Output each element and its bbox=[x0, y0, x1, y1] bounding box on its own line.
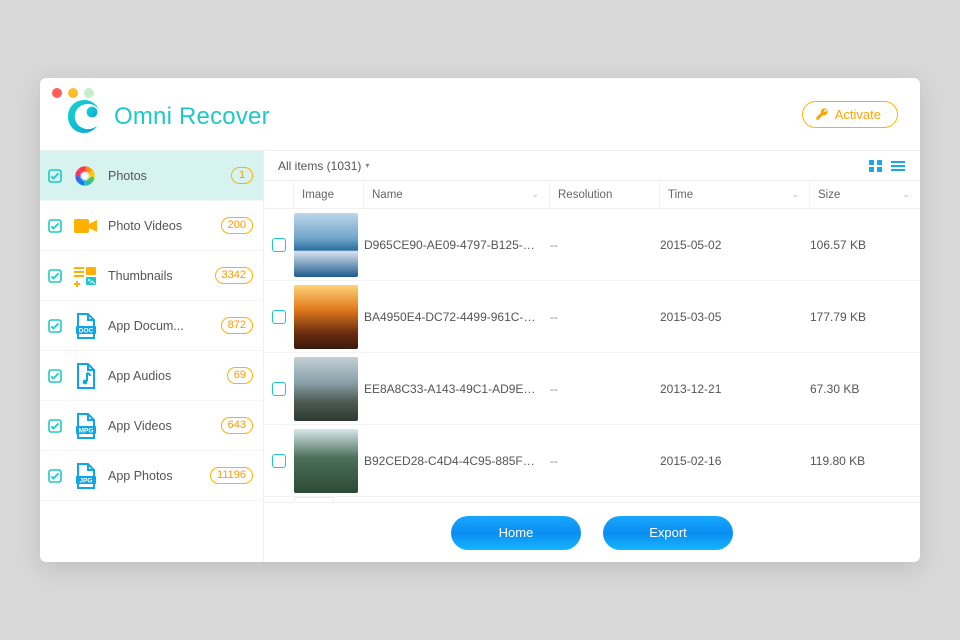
mpg-file-icon: MPG bbox=[70, 411, 100, 441]
sidebar-item-photo-videos[interactable]: Photo Videos 200 bbox=[40, 201, 263, 251]
sidebar-item-count: 1 bbox=[231, 167, 253, 184]
cell-resolution: -- bbox=[550, 454, 660, 468]
column-select bbox=[264, 181, 294, 208]
table-header: Image Name⌄ Resolution Time⌄ Size⌄ bbox=[264, 181, 920, 209]
cell-name: EE8A8C33-A143-49C1-AD9E-D... bbox=[364, 382, 550, 396]
chevron-down-icon: ⌄ bbox=[791, 189, 799, 200]
main-panel: All items (1031) ▾ Image Name⌄ Resolutio… bbox=[264, 151, 920, 562]
column-resolution[interactable]: Resolution bbox=[550, 181, 660, 208]
sidebar-item-app-videos[interactable]: MPG App Videos 643 bbox=[40, 401, 263, 451]
thumbnail-image bbox=[294, 213, 358, 277]
cell-size: 177.79 KB bbox=[810, 310, 920, 324]
sidebar-item-count: 872 bbox=[221, 317, 253, 334]
activate-label: Activate bbox=[835, 107, 881, 122]
checkbox-icon[interactable] bbox=[48, 419, 62, 433]
cell-size: 119.80 KB bbox=[810, 454, 920, 468]
cell-resolution: -- bbox=[550, 382, 660, 396]
chevron-down-icon: ⌄ bbox=[902, 189, 910, 200]
svg-text:MPG: MPG bbox=[79, 427, 94, 434]
sidebar: Photos 1 Photo Videos 200 Thumbnails 334… bbox=[40, 151, 264, 562]
column-name[interactable]: Name⌄ bbox=[364, 181, 550, 208]
cell-time: 2015-02-16 bbox=[660, 454, 810, 468]
svg-text:DOC: DOC bbox=[79, 327, 94, 334]
grid-view-button[interactable] bbox=[868, 159, 884, 173]
filter-label: All items (1031) bbox=[278, 159, 361, 173]
toolbar: All items (1031) ▾ bbox=[264, 151, 920, 181]
filter-dropdown[interactable]: All items (1031) ▾ bbox=[278, 159, 369, 173]
sidebar-item-app-photos[interactable]: JPG App Photos 11196 bbox=[40, 451, 263, 501]
row-checkbox[interactable] bbox=[272, 238, 286, 252]
brand: Omni Recover bbox=[62, 95, 270, 139]
chevron-down-icon: ⌄ bbox=[531, 189, 539, 200]
sidebar-item-label: App Videos bbox=[108, 419, 213, 433]
checkbox-icon[interactable] bbox=[48, 469, 62, 483]
close-window-button[interactable] bbox=[52, 88, 62, 98]
checkbox-icon[interactable] bbox=[48, 269, 62, 283]
sidebar-item-count: 69 bbox=[227, 367, 253, 384]
sidebar-item-thumbnails[interactable]: Thumbnails 3342 bbox=[40, 251, 263, 301]
row-checkbox[interactable] bbox=[272, 454, 286, 468]
sidebar-item-app-documents[interactable]: DOC App Docum... 872 bbox=[40, 301, 263, 351]
sidebar-item-photos[interactable]: Photos 1 bbox=[40, 151, 263, 201]
sidebar-item-count: 3342 bbox=[215, 267, 253, 284]
audio-file-icon bbox=[70, 361, 100, 391]
list-view-button[interactable] bbox=[890, 159, 906, 173]
doc-file-icon: DOC bbox=[70, 311, 100, 341]
key-icon bbox=[815, 107, 829, 121]
sidebar-item-label: App Audios bbox=[108, 369, 219, 383]
svg-text:JPG: JPG bbox=[79, 477, 92, 484]
column-size[interactable]: Size⌄ bbox=[810, 181, 920, 208]
thumbnail-image bbox=[294, 429, 358, 493]
table-row[interactable]: EE8A8C33-A143-49C1-AD9E-D... -- 2013-12-… bbox=[264, 353, 920, 425]
row-checkbox[interactable] bbox=[272, 310, 286, 324]
cell-time: 2013-12-21 bbox=[660, 382, 810, 396]
sidebar-item-count: 11196 bbox=[210, 467, 253, 484]
table-row[interactable]: D965CE90-AE09-4797-B125-C5... -- 2015-05… bbox=[264, 209, 920, 281]
sidebar-item-label: App Docum... bbox=[108, 319, 213, 333]
checkbox-icon[interactable] bbox=[48, 369, 62, 383]
table-row[interactable]: B92CED28-C4D4-4C95-885F-F... -- 2015-02-… bbox=[264, 425, 920, 497]
footer: Home Export bbox=[264, 502, 920, 562]
cell-size: 67.30 KB bbox=[810, 382, 920, 396]
header: Omni Recover Activate bbox=[40, 78, 920, 150]
sidebar-item-count: 200 bbox=[221, 217, 253, 234]
cell-name: D965CE90-AE09-4797-B125-C5... bbox=[364, 238, 550, 252]
cell-resolution: -- bbox=[550, 310, 660, 324]
photos-icon bbox=[70, 161, 100, 191]
thumbnail-image bbox=[294, 357, 358, 421]
sidebar-item-label: Thumbnails bbox=[108, 269, 207, 283]
cell-resolution: -- bbox=[550, 238, 660, 252]
sidebar-item-label: App Photos bbox=[108, 469, 202, 483]
brand-name: Omni Recover bbox=[114, 103, 270, 131]
sidebar-item-label: Photos bbox=[108, 169, 223, 183]
brand-logo-icon bbox=[62, 95, 106, 139]
chevron-down-icon: ▾ bbox=[365, 161, 369, 170]
cell-time: 2015-05-02 bbox=[660, 238, 810, 252]
checkbox-icon[interactable] bbox=[48, 169, 62, 183]
view-toggle bbox=[868, 159, 906, 173]
table-body[interactable]: D965CE90-AE09-4797-B125-C5... -- 2015-05… bbox=[264, 209, 920, 502]
thumbnails-icon bbox=[70, 261, 100, 291]
cell-time: 2015-03-05 bbox=[660, 310, 810, 324]
export-button[interactable]: Export bbox=[603, 516, 733, 550]
sidebar-item-label: Photo Videos bbox=[108, 219, 213, 233]
activate-button[interactable]: Activate bbox=[802, 101, 898, 128]
jpg-file-icon: JPG bbox=[70, 461, 100, 491]
video-icon bbox=[70, 211, 100, 241]
sidebar-item-app-audios[interactable]: App Audios 69 bbox=[40, 351, 263, 401]
cell-name: BA4950E4-DC72-4499-961C-32... bbox=[364, 310, 550, 324]
sidebar-item-count: 643 bbox=[221, 417, 253, 434]
thumbnail-image bbox=[294, 285, 358, 349]
column-time[interactable]: Time⌄ bbox=[660, 181, 810, 208]
row-checkbox[interactable] bbox=[272, 382, 286, 396]
table-row[interactable]: BA4950E4-DC72-4499-961C-32... -- 2015-03… bbox=[264, 281, 920, 353]
checkbox-icon[interactable] bbox=[48, 219, 62, 233]
content: Photos 1 Photo Videos 200 Thumbnails 334… bbox=[40, 150, 920, 562]
home-button[interactable]: Home bbox=[451, 516, 581, 550]
cell-size: 106.57 KB bbox=[810, 238, 920, 252]
cell-name: B92CED28-C4D4-4C95-885F-F... bbox=[364, 454, 550, 468]
column-image[interactable]: Image bbox=[294, 181, 364, 208]
app-window: Omni Recover Activate Photos 1 Photo Vid… bbox=[40, 78, 920, 562]
checkbox-icon[interactable] bbox=[48, 319, 62, 333]
